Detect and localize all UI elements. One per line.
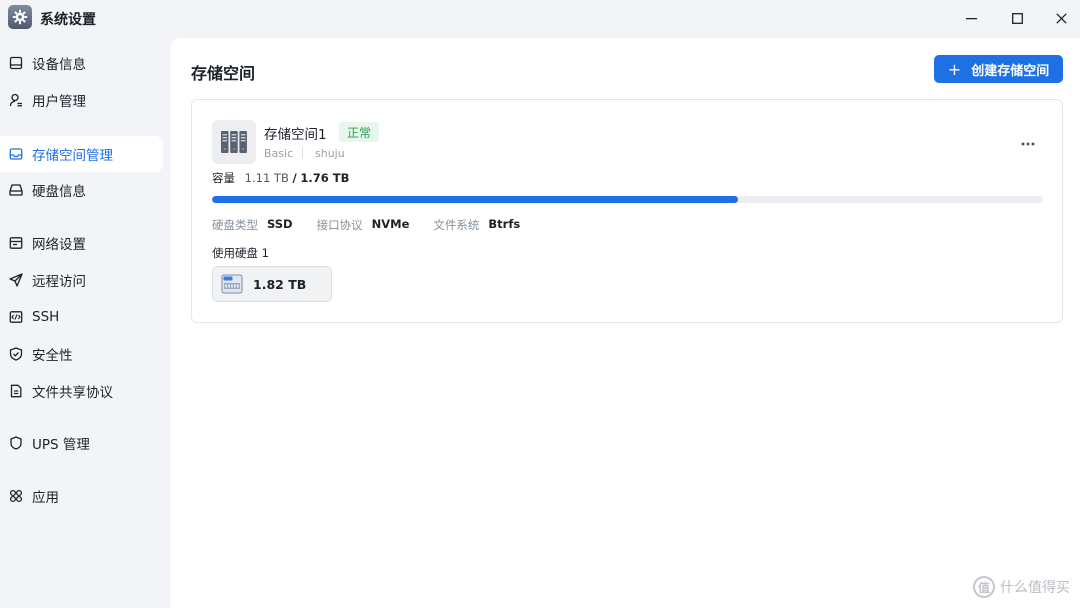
sidebar-item-label: 用户管理 bbox=[32, 94, 86, 110]
watermark: 值 什么值得买 bbox=[973, 576, 1070, 598]
capacity-row: 容量 1.11 TB / 1.76 TB bbox=[212, 170, 349, 186]
pool-properties: 硬盘类型 SSD 接口协议 NVMe 文件系统 Btrfs bbox=[212, 217, 544, 233]
sidebar-item-device-info[interactable]: 设备信息 bbox=[0, 45, 163, 81]
ssd-disk-icon bbox=[221, 274, 243, 294]
sidebar-item-security[interactable]: 安全性 bbox=[0, 336, 163, 372]
sidebar-item-network-settings[interactable]: 网络设置 bbox=[0, 225, 163, 261]
capacity-used: 1.11 TB bbox=[244, 171, 289, 185]
disk-size: 1.82 TB bbox=[253, 276, 307, 292]
prop-label: 文件系统 bbox=[433, 218, 480, 232]
capacity-label: 容量 bbox=[212, 171, 235, 185]
maximize-icon bbox=[1011, 12, 1023, 24]
close-icon bbox=[1055, 12, 1067, 24]
status-badge: 正常 bbox=[339, 122, 380, 142]
maximize-button[interactable] bbox=[994, 2, 1040, 34]
sidebar-item-ups-management[interactable]: UPS 管理 bbox=[0, 425, 163, 461]
title-bar: 系统设置 bbox=[0, 0, 1080, 36]
ups-shield-icon bbox=[9, 436, 23, 450]
main-panel: 存储空间 + 创建存储空间 存储空间1 正常 Basic shuju 容量 1.… bbox=[171, 38, 1080, 608]
sidebar-item-apps[interactable]: 应用 bbox=[0, 478, 163, 514]
capacity-separator: / bbox=[292, 171, 297, 185]
device-icon bbox=[9, 56, 23, 70]
settings-gear-icon bbox=[8, 5, 32, 29]
settings-window: 系统设置 设备信息 用户管理 存储空间管理 硬盘信息 网络设置 远程访问 SSH… bbox=[0, 0, 1080, 608]
prop-label: 硬盘类型 bbox=[212, 218, 258, 232]
sidebar-item-file-sharing[interactable]: 文件共享协议 bbox=[0, 373, 163, 409]
sidebar-item-label: 硬盘信息 bbox=[32, 184, 86, 200]
minimize-button[interactable] bbox=[948, 2, 994, 34]
prop-disk-type: 硬盘类型 SSD bbox=[212, 217, 293, 233]
terminal-icon bbox=[9, 310, 23, 324]
page-title: 存储空间 bbox=[191, 64, 256, 83]
watermark-text: 什么值得买 bbox=[1000, 580, 1070, 596]
sidebar-item-label: 设备信息 bbox=[32, 57, 86, 73]
minimize-icon bbox=[965, 17, 977, 19]
send-icon bbox=[9, 273, 23, 287]
prop-value: SSD bbox=[267, 217, 293, 231]
plus-icon: + bbox=[947, 59, 962, 79]
window-title: 系统设置 bbox=[40, 12, 96, 28]
prop-filesystem: 文件系统 Btrfs bbox=[433, 217, 520, 233]
sidebar-item-label: 应用 bbox=[32, 490, 59, 506]
shield-icon bbox=[9, 347, 23, 361]
sidebar-item-user-management[interactable]: 用户管理 bbox=[0, 82, 163, 118]
prop-value: Btrfs bbox=[488, 217, 521, 231]
prop-interface: 接口协议 NVMe bbox=[317, 217, 410, 233]
prop-value: NVMe bbox=[371, 217, 410, 231]
used-disks-label: 使用硬盘 1 bbox=[212, 246, 269, 260]
harddisk-icon bbox=[9, 183, 23, 197]
sidebar-item-label: 网络设置 bbox=[32, 237, 86, 253]
create-storage-label: 创建存储空间 bbox=[971, 63, 1050, 79]
sidebar-item-label: UPS 管理 bbox=[32, 437, 90, 453]
sidebar-item-label: 文件共享协议 bbox=[32, 385, 113, 401]
pool-raid-type: Basic bbox=[264, 147, 294, 160]
storage-pool-card[interactable]: 存储空间1 正常 Basic shuju 容量 1.11 TB / 1.76 T… bbox=[191, 99, 1063, 323]
storage-pool-icon bbox=[212, 120, 256, 164]
prop-label: 接口协议 bbox=[316, 218, 363, 232]
storage-icon bbox=[9, 147, 23, 161]
disk-chip[interactable]: 1.82 TB bbox=[212, 266, 332, 302]
apps-icon bbox=[9, 489, 23, 503]
sidebar-item-storage-management[interactable]: 存储空间管理 bbox=[0, 136, 163, 172]
sidebar-item-label: 存储空间管理 bbox=[32, 148, 113, 164]
file-icon bbox=[9, 384, 23, 398]
sidebar-item-label: 远程访问 bbox=[32, 274, 86, 290]
sidebar: 设备信息 用户管理 存储空间管理 硬盘信息 网络设置 远程访问 SSH 安全性 … bbox=[0, 36, 171, 608]
network-icon bbox=[9, 236, 23, 250]
close-button[interactable] bbox=[1038, 2, 1080, 34]
sidebar-item-disk-info[interactable]: 硬盘信息 bbox=[0, 172, 163, 208]
sidebar-item-label: SSH bbox=[32, 309, 60, 325]
sidebar-item-remote-access[interactable]: 远程访问 bbox=[0, 262, 163, 298]
divider bbox=[302, 147, 303, 159]
more-options-icon[interactable] bbox=[1020, 132, 1036, 146]
user-icon bbox=[9, 93, 23, 107]
watermark-logo-icon: 值 bbox=[973, 576, 995, 598]
capacity-progress-fill bbox=[212, 196, 739, 203]
capacity-progress-bar bbox=[212, 196, 1043, 203]
sidebar-item-label: 安全性 bbox=[32, 348, 73, 364]
pool-name: 存储空间1 bbox=[264, 127, 327, 143]
pool-tag: shuju bbox=[315, 147, 345, 160]
capacity-total: 1.76 TB bbox=[300, 171, 350, 185]
sidebar-item-ssh[interactable]: SSH bbox=[0, 299, 163, 335]
create-storage-button[interactable]: + 创建存储空间 bbox=[934, 55, 1063, 83]
